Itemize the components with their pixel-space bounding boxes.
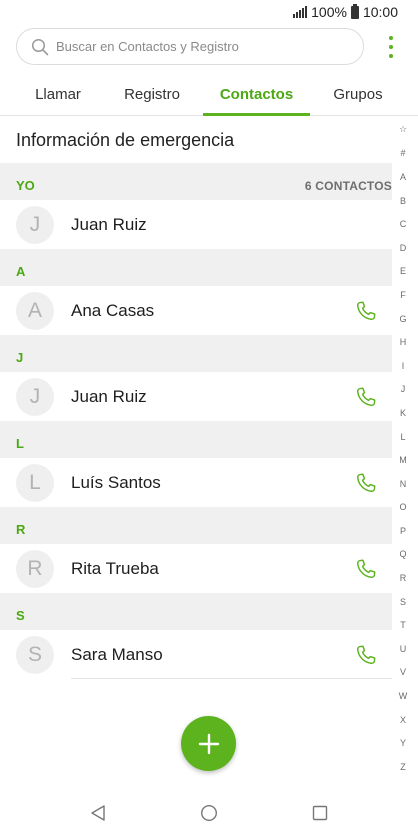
contact-row[interactable]: S Sara Manso <box>0 630 392 679</box>
avatar: A <box>16 291 54 330</box>
plus-icon <box>198 733 219 754</box>
contact-list: YO 6 CONTACTOS J Juan Ruiz A A Ana Casas… <box>0 163 392 679</box>
index-letter-z[interactable]: Z <box>393 755 413 779</box>
contact-name: Luís Santos <box>71 472 161 492</box>
more-vertical-icon[interactable] <box>382 36 400 58</box>
index-letter-c[interactable]: C <box>393 212 413 236</box>
index-letter-v[interactable]: V <box>393 661 413 685</box>
index-letter-d[interactable]: D <box>393 236 413 260</box>
search-icon <box>31 38 49 55</box>
battery-icon <box>350 3 359 19</box>
navigation-bar <box>0 788 418 836</box>
phone-icon[interactable] <box>354 299 378 323</box>
section-header-l: L <box>0 421 392 458</box>
battery-percent: 100% <box>311 4 347 20</box>
add-contact-button[interactable] <box>181 716 236 771</box>
index-letter-x[interactable]: X <box>393 708 413 732</box>
section-letter: L <box>16 436 24 451</box>
avatar: R <box>16 549 54 588</box>
index-letter-t[interactable]: T <box>393 613 413 637</box>
index-letter-u[interactable]: U <box>393 637 413 661</box>
section-header-yo: YO 6 CONTACTOS <box>0 163 392 200</box>
index-letter-o[interactable]: O <box>393 496 413 520</box>
index-letter-h[interactable]: H <box>393 330 413 354</box>
section-letter: R <box>16 522 26 537</box>
section-header-s: S <box>0 593 392 630</box>
phone-icon[interactable] <box>354 643 378 667</box>
index-letter-n[interactable]: N <box>393 472 413 496</box>
home-circle-icon[interactable] <box>198 802 220 824</box>
status-icons: 100% 10:00 <box>293 3 398 20</box>
contact-name: Ana Casas <box>71 300 155 320</box>
index-letter-a[interactable]: A <box>393 165 413 189</box>
index-letter-r[interactable]: R <box>393 566 413 590</box>
section-letter: S <box>16 608 25 623</box>
avatar: J <box>16 377 54 416</box>
index-letter-s[interactable]: S <box>393 590 413 614</box>
index-letter-p[interactable]: P <box>393 519 413 543</box>
divider <box>71 678 392 679</box>
contact-name: Juan Ruiz <box>71 214 147 234</box>
tab-bar: Llamar Registro Contactos Grupos <box>0 74 418 116</box>
recent-square-icon[interactable] <box>309 802 331 824</box>
emergency-info-row[interactable]: Información de emergencia <box>0 117 392 163</box>
index-letter-f[interactable]: F <box>393 283 413 307</box>
contact-count: 6 CONTACTOS <box>304 179 392 193</box>
avatar: J <box>16 205 54 244</box>
index-letter-i[interactable]: I <box>393 354 413 378</box>
section-header-a: A <box>0 249 392 286</box>
contact-row[interactable]: A Ana Casas <box>0 286 392 335</box>
contact-name: Sara Manso <box>71 644 163 664</box>
section-letter: A <box>16 264 26 279</box>
index-letter-g[interactable]: G <box>393 307 413 331</box>
index-letter-k[interactable]: K <box>393 401 413 425</box>
index-letter-e[interactable]: E <box>393 260 413 284</box>
status-bar: 100% 10:00 <box>0 0 418 26</box>
back-triangle-icon[interactable] <box>87 802 109 824</box>
phone-icon[interactable] <box>354 385 378 409</box>
index-letter-hash[interactable]: # <box>393 142 413 166</box>
index-letter-q[interactable]: Q <box>393 543 413 567</box>
avatar: L <box>16 463 54 502</box>
phone-icon[interactable] <box>354 471 378 495</box>
alphabet-index[interactable]: ☆ # A B C D E F G H I J K L M N O P Q R … <box>393 118 413 779</box>
section-letter: J <box>16 350 24 365</box>
contact-name: Rita Trueba <box>71 558 159 578</box>
clock: 10:00 <box>362 4 398 20</box>
contact-row[interactable]: J Juan Ruiz <box>0 200 392 249</box>
index-letter-l[interactable]: L <box>393 425 413 449</box>
contact-row[interactable]: J Juan Ruiz <box>0 372 392 421</box>
tab-registro[interactable]: Registro <box>106 74 198 115</box>
tab-grupos[interactable]: Grupos <box>316 74 400 115</box>
search-input[interactable] <box>56 39 336 54</box>
tab-llamar[interactable]: Llamar <box>14 74 102 115</box>
index-letter-star[interactable]: ☆ <box>393 118 413 142</box>
avatar: S <box>16 635 54 674</box>
index-letter-b[interactable]: B <box>393 189 413 213</box>
contact-row[interactable]: L Luís Santos <box>0 458 392 507</box>
section-letter: YO <box>16 178 35 193</box>
index-letter-y[interactable]: Y <box>393 731 413 755</box>
phone-icon[interactable] <box>354 557 378 581</box>
search-bar[interactable] <box>16 28 364 65</box>
contact-row[interactable]: R Rita Trueba <box>0 544 392 593</box>
signal-icon <box>293 6 308 18</box>
tab-contactos[interactable]: Contactos <box>203 74 310 116</box>
index-letter-w[interactable]: W <box>393 684 413 708</box>
contact-name: Juan Ruiz <box>71 386 147 406</box>
section-header-r: R <box>0 507 392 544</box>
index-letter-m[interactable]: M <box>393 448 413 472</box>
section-header-j: J <box>0 335 392 372</box>
index-letter-j[interactable]: J <box>393 378 413 402</box>
